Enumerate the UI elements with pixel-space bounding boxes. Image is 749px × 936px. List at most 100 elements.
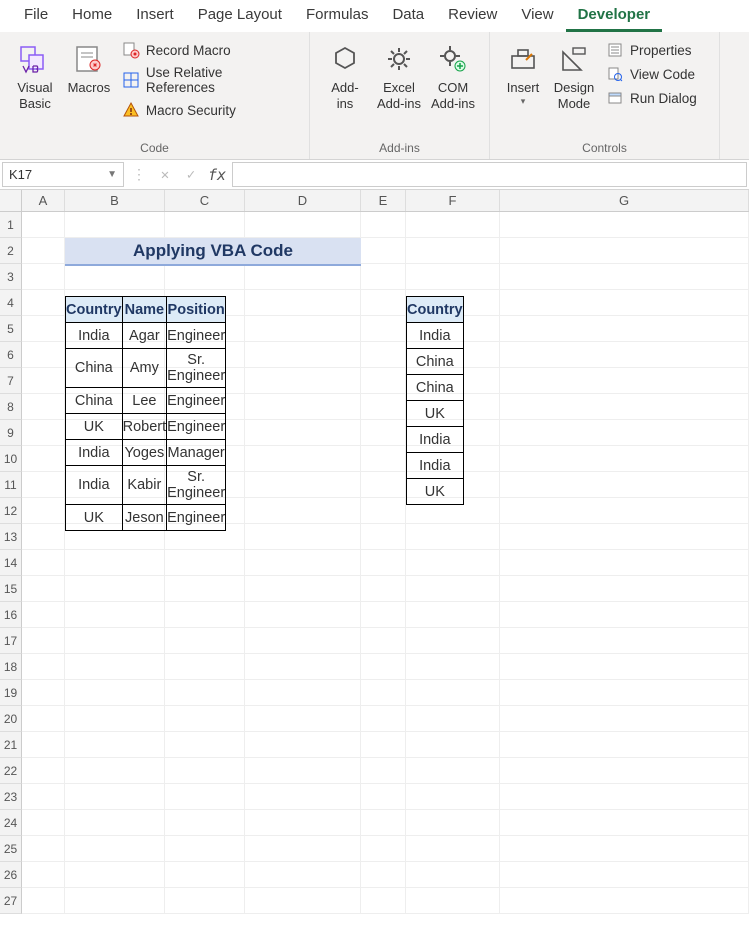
cell[interactable] bbox=[22, 836, 65, 862]
cell[interactable] bbox=[65, 784, 165, 810]
cell[interactable] bbox=[22, 290, 65, 316]
cell[interactable] bbox=[245, 368, 361, 394]
cell[interactable] bbox=[65, 628, 165, 654]
cell[interactable] bbox=[500, 472, 749, 498]
cell[interactable] bbox=[22, 654, 65, 680]
table-cell[interactable]: India bbox=[66, 323, 123, 349]
cell[interactable] bbox=[65, 264, 165, 290]
cell[interactable] bbox=[500, 576, 749, 602]
cell[interactable] bbox=[500, 628, 749, 654]
cell[interactable] bbox=[406, 888, 500, 914]
cell[interactable] bbox=[361, 342, 406, 368]
cell[interactable] bbox=[406, 238, 500, 264]
cell[interactable] bbox=[406, 628, 500, 654]
cell[interactable] bbox=[245, 706, 361, 732]
cell[interactable] bbox=[165, 602, 245, 628]
cell[interactable] bbox=[500, 342, 749, 368]
com-addins-button[interactable]: COM Add-ins bbox=[426, 38, 480, 115]
table-cell[interactable]: India bbox=[66, 466, 123, 505]
cell[interactable] bbox=[245, 810, 361, 836]
row-header-19[interactable]: 19 bbox=[0, 680, 22, 706]
run-dialog-button[interactable]: Run Dialog bbox=[604, 88, 699, 108]
tab-home[interactable]: Home bbox=[60, 0, 124, 32]
cell[interactable] bbox=[245, 602, 361, 628]
cell[interactable] bbox=[245, 420, 361, 446]
table-cell[interactable]: Engineer bbox=[167, 323, 226, 349]
cell[interactable] bbox=[22, 576, 65, 602]
cell[interactable] bbox=[500, 706, 749, 732]
cell[interactable] bbox=[361, 784, 406, 810]
cell[interactable] bbox=[245, 446, 361, 472]
cell[interactable] bbox=[500, 784, 749, 810]
confirm-icon[interactable]: ✓ bbox=[178, 160, 204, 189]
row-header-11[interactable]: 11 bbox=[0, 472, 22, 498]
column-header-B[interactable]: B bbox=[65, 190, 165, 211]
cell[interactable] bbox=[65, 758, 165, 784]
table-cell[interactable]: UK bbox=[66, 505, 123, 531]
cell[interactable] bbox=[22, 524, 65, 550]
table-cell[interactable]: China bbox=[66, 388, 123, 414]
cell[interactable] bbox=[22, 888, 65, 914]
column-header-D[interactable]: D bbox=[245, 190, 361, 211]
table-cell[interactable]: UK bbox=[407, 401, 464, 427]
table-cell[interactable]: Engineer bbox=[167, 388, 226, 414]
row-header-1[interactable]: 1 bbox=[0, 212, 22, 238]
formula-input[interactable] bbox=[232, 162, 747, 187]
cell[interactable] bbox=[165, 706, 245, 732]
cell[interactable] bbox=[165, 888, 245, 914]
cell[interactable] bbox=[165, 550, 245, 576]
insert-control-button[interactable]: Insert ▾ bbox=[498, 38, 548, 110]
cell[interactable] bbox=[165, 862, 245, 888]
macros-button[interactable]: Macros bbox=[62, 38, 116, 100]
cell[interactable] bbox=[65, 836, 165, 862]
cell[interactable] bbox=[22, 706, 65, 732]
cell[interactable] bbox=[165, 212, 245, 238]
cell[interactable] bbox=[361, 446, 406, 472]
row-header-7[interactable]: 7 bbox=[0, 368, 22, 394]
cell[interactable] bbox=[406, 576, 500, 602]
cell[interactable] bbox=[22, 628, 65, 654]
table-cell[interactable]: India bbox=[407, 453, 464, 479]
cell[interactable] bbox=[165, 836, 245, 862]
cell[interactable] bbox=[245, 342, 361, 368]
table-cell[interactable]: UK bbox=[66, 414, 123, 440]
cell[interactable] bbox=[361, 836, 406, 862]
cell[interactable] bbox=[245, 628, 361, 654]
cell[interactable] bbox=[361, 212, 406, 238]
row-header-22[interactable]: 22 bbox=[0, 758, 22, 784]
tab-file[interactable]: File bbox=[12, 0, 60, 32]
row-header-27[interactable]: 27 bbox=[0, 888, 22, 914]
cell[interactable] bbox=[361, 420, 406, 446]
cell[interactable] bbox=[65, 602, 165, 628]
cell[interactable] bbox=[500, 550, 749, 576]
cell[interactable] bbox=[245, 784, 361, 810]
cell[interactable] bbox=[500, 732, 749, 758]
relative-refs-button[interactable]: Use Relative References bbox=[120, 64, 297, 96]
cell[interactable] bbox=[406, 784, 500, 810]
tab-view[interactable]: View bbox=[509, 0, 565, 32]
cell[interactable] bbox=[65, 706, 165, 732]
addins-button[interactable]: Add- ins bbox=[318, 38, 372, 115]
cell[interactable] bbox=[406, 732, 500, 758]
cell[interactable] bbox=[165, 758, 245, 784]
cell[interactable] bbox=[245, 888, 361, 914]
cell[interactable] bbox=[65, 550, 165, 576]
tab-data[interactable]: Data bbox=[380, 0, 436, 32]
cell[interactable] bbox=[361, 472, 406, 498]
cell[interactable] bbox=[65, 576, 165, 602]
table-cell[interactable]: China bbox=[407, 375, 464, 401]
macro-security-button[interactable]: Macro Security bbox=[120, 100, 297, 120]
cell[interactable] bbox=[165, 576, 245, 602]
cell[interactable] bbox=[361, 680, 406, 706]
record-macro-button[interactable]: Record Macro bbox=[120, 40, 297, 60]
cell[interactable] bbox=[500, 862, 749, 888]
row-header-4[interactable]: 4 bbox=[0, 290, 22, 316]
cell[interactable] bbox=[22, 394, 65, 420]
chevron-down-icon[interactable]: ▼ bbox=[107, 169, 117, 180]
cell[interactable] bbox=[22, 342, 65, 368]
cell[interactable] bbox=[406, 264, 500, 290]
cell[interactable] bbox=[165, 264, 245, 290]
cell[interactable] bbox=[245, 472, 361, 498]
name-box[interactable]: K17 ▼ bbox=[2, 162, 124, 187]
cell[interactable] bbox=[361, 368, 406, 394]
